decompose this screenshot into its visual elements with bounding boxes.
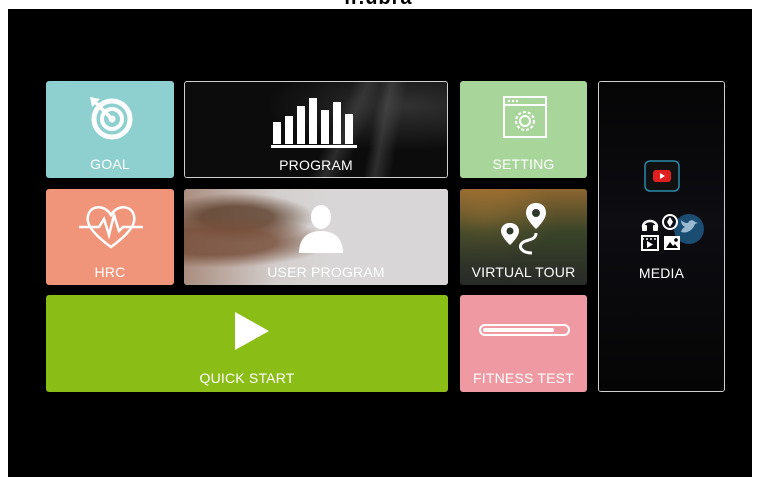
goal-tile[interactable]: GOAL: [46, 81, 174, 178]
virtual-tour-tile[interactable]: VIRTUAL TOUR: [460, 189, 587, 285]
heart-rate-icon: [79, 206, 143, 249]
target-icon: [90, 97, 133, 140]
hrc-label: HRC: [94, 264, 126, 280]
bar-chart-icon: [271, 98, 357, 148]
play-icon: [235, 312, 269, 350]
progress-bar-fill: [483, 328, 555, 332]
quick-start-tile[interactable]: QUICK START: [46, 295, 448, 392]
user-program-label: USER PROGRAM: [267, 264, 385, 280]
setting-label: SETTING: [492, 156, 555, 172]
camera-icon: [662, 214, 678, 230]
media-background: [599, 82, 724, 391]
progress-bar-icon: [479, 324, 570, 336]
media-tile[interactable]: MEDIA: [598, 81, 725, 392]
fitness-test-label: FITNESS TEST: [473, 370, 574, 386]
brand-logo-text: ir.ubra: [0, 0, 757, 9]
youtube-icon: [644, 160, 680, 192]
fitness-test-tile[interactable]: FITNESS TEST: [460, 295, 587, 392]
route-pin-icon: [501, 203, 546, 255]
settings-window-icon: [503, 96, 547, 138]
media-label: MEDIA: [638, 265, 685, 281]
virtual-tour-label: VIRTUAL TOUR: [471, 264, 576, 280]
user-silhouette-icon: [299, 205, 343, 253]
photo-icon: [664, 236, 680, 250]
video-icon: [641, 235, 659, 251]
program-label: PROGRAM: [279, 157, 353, 173]
program-tile[interactable]: PROGRAM: [184, 81, 448, 178]
goal-label: GOAL: [90, 156, 130, 172]
setting-tile[interactable]: SETTING: [460, 81, 587, 178]
user-program-tile[interactable]: USER PROGRAM: [184, 189, 448, 285]
hrc-tile[interactable]: HRC: [46, 189, 174, 285]
headphones-icon: [641, 219, 659, 231]
treadmill-console-screen: GOAL PROGRAM SETTING MEDIA HRC USER PROG…: [8, 9, 752, 477]
quick-start-label: QUICK START: [199, 370, 295, 386]
